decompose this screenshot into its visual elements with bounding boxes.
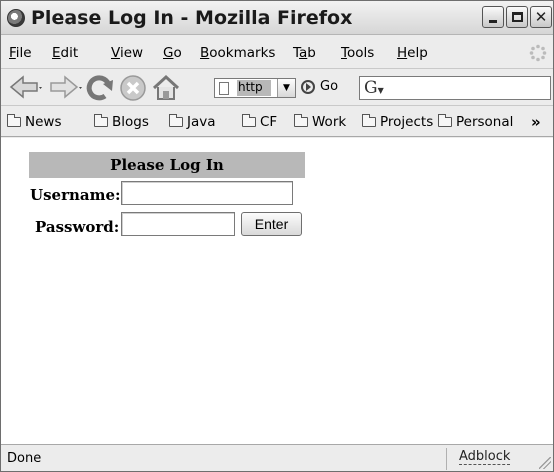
bookmark-label: Personal	[456, 114, 514, 130]
bookmark-folder-blogs[interactable]: Blogs	[94, 114, 149, 130]
menu-tools[interactable]: Tools	[341, 45, 374, 61]
status-bar: Done Adblock	[1, 444, 553, 471]
folder-icon	[294, 114, 308, 127]
go-label: Go	[320, 79, 339, 94]
menu-tab[interactable]: Tab	[293, 45, 316, 61]
close-button[interactable]: ✕	[530, 6, 552, 28]
menu-view[interactable]: View	[111, 45, 143, 61]
minimize-button[interactable]	[482, 6, 504, 28]
bookmark-label: Java	[187, 114, 216, 130]
browser-window: Please Log In - Mozilla Firefox ✕ File E…	[0, 0, 554, 472]
maximize-button[interactable]	[506, 6, 528, 28]
go-button[interactable]: Go	[301, 79, 338, 94]
navigation-toolbar: http ▼ Go G▼	[1, 70, 553, 106]
url-text[interactable]: http	[237, 80, 271, 96]
firefox-icon	[7, 9, 25, 27]
go-icon	[301, 79, 315, 94]
url-bar[interactable]: http ▼	[214, 78, 296, 98]
menu-file[interactable]: File	[9, 45, 32, 61]
stop-icon[interactable]	[119, 74, 147, 102]
chevron-down-icon: ▼	[283, 83, 290, 93]
menu-bar: File Edit View Go Bookmarks Tab Tools He…	[1, 36, 553, 69]
menu-help[interactable]: Help	[397, 45, 428, 61]
bookmark-folder-java[interactable]: Java	[169, 114, 216, 130]
resize-grip-icon[interactable]	[539, 457, 551, 469]
bookmark-label: Work	[312, 114, 347, 130]
url-dropdown-button[interactable]: ▼	[277, 79, 295, 97]
bookmark-label: Projects	[380, 114, 434, 130]
back-arrow-icon[interactable]	[9, 74, 43, 100]
folder-icon	[169, 114, 183, 127]
page-icon	[219, 82, 229, 95]
bookmark-label: CF	[260, 114, 278, 130]
page-content: Please Log In Username: Password: Enter	[1, 138, 553, 444]
menu-bookmarks[interactable]: Bookmarks	[200, 45, 275, 61]
folder-icon	[94, 114, 108, 127]
username-label: Username:	[30, 186, 121, 204]
menu-go[interactable]: Go	[163, 45, 182, 61]
home-icon[interactable]	[151, 74, 181, 102]
window-title: Please Log In - Mozilla Firefox	[31, 7, 353, 29]
bookmark-folder-news[interactable]: News	[7, 114, 61, 130]
status-text: Done	[7, 451, 42, 466]
close-icon: ✕	[534, 7, 548, 26]
status-divider	[446, 448, 447, 470]
search-engine-button[interactable]: G▼	[364, 78, 384, 98]
minimize-icon	[489, 19, 497, 23]
google-icon: G	[364, 78, 378, 98]
bookmarks-overflow-button[interactable]: »	[531, 113, 541, 131]
bookmark-label: Blogs	[112, 114, 149, 130]
bookmark-folder-work[interactable]: Work	[294, 114, 346, 130]
login-heading: Please Log In	[29, 152, 305, 178]
bookmark-folder-projects[interactable]: Projects	[362, 114, 433, 130]
folder-icon	[7, 114, 21, 127]
folder-icon	[362, 114, 376, 127]
title-bar[interactable]: Please Log In - Mozilla Firefox ✕	[1, 1, 553, 35]
username-input[interactable]	[121, 181, 293, 205]
adblock-button[interactable]: Adblock	[459, 449, 511, 465]
menu-edit[interactable]: Edit	[52, 45, 78, 61]
bookmark-label: News	[25, 114, 62, 130]
enter-button[interactable]: Enter	[241, 212, 302, 236]
password-label: Password:	[35, 218, 120, 236]
bookmarks-toolbar: News Blogs Java CF Work Projects Persona…	[1, 107, 553, 137]
folder-icon	[438, 114, 452, 127]
folder-icon	[242, 114, 256, 127]
forward-arrow-icon[interactable]	[47, 74, 83, 100]
throbber-icon	[529, 44, 547, 62]
bookmark-folder-cf[interactable]: CF	[242, 114, 277, 130]
maximize-icon	[511, 12, 523, 22]
bookmark-folder-personal[interactable]: Personal	[438, 114, 513, 130]
reload-icon[interactable]	[85, 74, 115, 102]
password-input[interactable]	[121, 212, 235, 236]
search-box[interactable]: G▼	[359, 76, 551, 100]
chevron-down-icon: ▼	[377, 86, 384, 95]
